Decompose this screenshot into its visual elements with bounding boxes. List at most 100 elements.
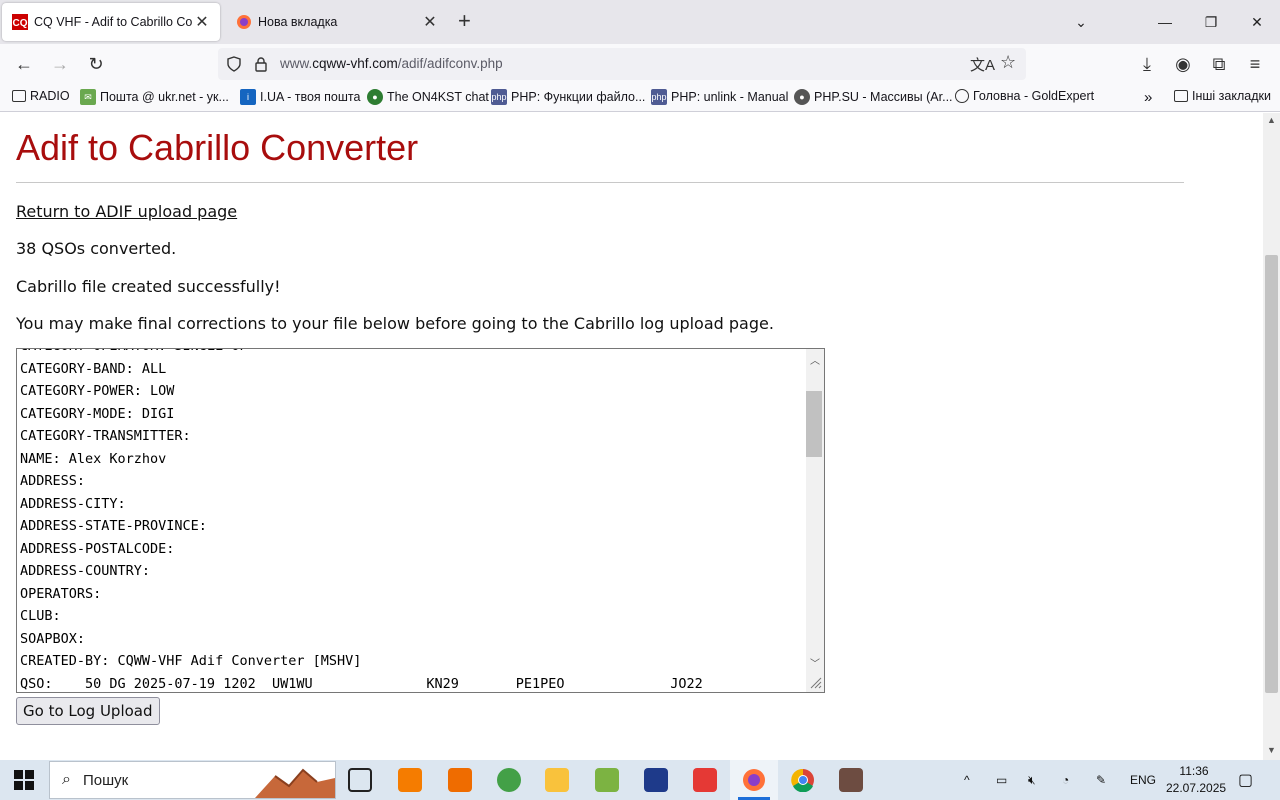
tab-title: CQ VHF - Adif to Cabrillo Conve	[34, 15, 192, 29]
save-disk-icon[interactable]	[644, 768, 668, 792]
tab-new[interactable]: Нова вкладка ✕	[226, 3, 448, 41]
pdf-icon[interactable]	[693, 768, 717, 792]
wifi-icon[interactable]: ◔	[1062, 760, 1069, 800]
tab-strip: CQ CQ VHF - Adif to Cabrillo Conve ✕ Нов…	[0, 0, 1280, 44]
tab-title: Нова вкладка	[258, 15, 338, 29]
bookmark-label: PHP.SU - Массивы (Ar...	[814, 90, 953, 104]
windows-start-icon[interactable]	[14, 770, 34, 790]
search-highlight-image	[255, 768, 335, 798]
instructions-text: You may make final corrections to your f…	[16, 314, 774, 333]
url-path: /adif/adifconv.php	[397, 56, 503, 71]
restore-icon[interactable]: ❐	[1188, 0, 1234, 44]
page-scroll-down-icon[interactable]: ▼	[1267, 745, 1276, 755]
url-host: cqww-vhf.com	[312, 56, 398, 71]
downloads-icon[interactable]: ⤓	[1134, 52, 1160, 76]
notifications-icon[interactable]: ▢	[1238, 760, 1253, 800]
textarea-scroll-thumb[interactable]	[806, 391, 822, 457]
bookmark-php-su[interactable]: ● PHP.SU - Массивы (Ar...	[794, 89, 953, 105]
bookmark-label: Пошта @ ukr.net - ук...	[100, 90, 229, 104]
taskbar-search[interactable]: ⌕ Пошук	[49, 761, 336, 799]
bookmark-on4kst[interactable]: ● The ON4KST chat	[367, 89, 489, 105]
close-tab-icon[interactable]: ✕	[420, 12, 440, 32]
svg-text:CQ: CQ	[13, 18, 28, 29]
close-tab-icon[interactable]: ✕	[192, 12, 212, 32]
navigation-bar: ← → ↻ www.cqww-vhf.com/adif/adifconv.php…	[0, 44, 1280, 84]
chrome-icon[interactable]	[791, 768, 815, 792]
folder-icon	[1174, 90, 1188, 102]
return-to-upload-link[interactable]: Return to ADIF upload page	[16, 202, 237, 221]
bookmark-label: PHP: unlink - Manual	[671, 90, 789, 104]
file-explorer-icon[interactable]	[545, 768, 569, 792]
search-icon: ⌕	[62, 771, 71, 788]
lock-icon[interactable]	[254, 56, 268, 72]
task-view-icon[interactable]	[348, 768, 372, 792]
firefox-taskbar-icon[interactable]	[742, 768, 766, 792]
clock[interactable]: 11:36 22.07.2025	[1166, 763, 1227, 797]
clock-sync-icon[interactable]	[497, 768, 521, 792]
clock-date: 22.07.2025	[1166, 781, 1227, 795]
search-placeholder: Пошук	[82, 771, 129, 789]
other-bookmarks-label: Інші закладки	[1192, 89, 1271, 103]
back-arrow-icon[interactable]: ←	[11, 52, 37, 76]
divider	[16, 182, 1184, 183]
windows-taskbar: ⌕ Пошук ^ ▭ 🔇︎ ◔ ✎ ENG 11:36 22.07.2025 …	[0, 760, 1280, 800]
shield-icon[interactable]	[226, 56, 242, 72]
new-tab-plus-icon[interactable]: +	[458, 10, 471, 32]
account-icon[interactable]: ◉	[1170, 52, 1196, 76]
pen-icon[interactable]: ✎	[1096, 760, 1106, 800]
language-indicator[interactable]: ENG	[1130, 760, 1156, 800]
scroll-up-icon[interactable]: ︿	[810, 352, 820, 367]
more-bookmarks-chevron-icon[interactable]: »	[1144, 89, 1152, 106]
app-network-icon[interactable]	[448, 768, 472, 792]
php-icon: php	[651, 89, 667, 105]
bookmark-label: PHP: Функции файло...	[511, 90, 646, 104]
reload-icon[interactable]: ↻	[83, 52, 109, 76]
cq-favicon-icon: CQ	[12, 14, 28, 30]
bookmark-php-functions[interactable]: php PHP: Функции файло...	[491, 89, 645, 105]
firefox-icon	[237, 15, 251, 29]
textarea-scrollbar[interactable]: ︿ ﹀	[806, 349, 824, 692]
cabrillo-content: CATEGORY-OPERATOR: SINGLE-OP CATEGORY-BA…	[20, 349, 703, 692]
info-icon: i	[240, 89, 256, 105]
xampp-icon[interactable]	[398, 768, 422, 792]
qsos-converted-text: 38 QSOs converted.	[16, 239, 177, 258]
minimize-icon[interactable]: —	[1142, 0, 1188, 44]
bookmark-ukr-net[interactable]: ✉ Пошта @ ukr.net - ук...	[80, 89, 229, 105]
battery-icon[interactable]: ▭	[996, 760, 1007, 800]
page-scroll-thumb[interactable]	[1265, 255, 1278, 693]
translate-icon[interactable]: 文A	[970, 54, 995, 75]
page-scrollbar[interactable]: ▲ ▼	[1263, 113, 1280, 760]
show-hidden-icons-chevron-icon[interactable]: ^	[964, 760, 970, 800]
bookmark-label: The ON4KST chat	[387, 90, 489, 104]
editor-icon[interactable]	[595, 768, 619, 792]
page-scroll-up-icon[interactable]: ▲	[1267, 115, 1276, 125]
success-message: Cabrillo file created successfully!	[16, 277, 281, 296]
scroll-down-icon[interactable]: ﹀	[810, 655, 820, 670]
mshv-radio-icon[interactable]	[839, 768, 863, 792]
page-content: Adif to Cabrillo Converter Return to ADI…	[0, 113, 1263, 760]
forward-arrow-icon[interactable]: →	[47, 52, 73, 76]
menu-icon[interactable]: ≡	[1242, 52, 1268, 76]
bookmark-php-unlink[interactable]: php PHP: unlink - Manual	[651, 89, 788, 105]
bookmark-radio[interactable]: RADIO	[12, 89, 70, 103]
tab-list-chevron-icon[interactable]: ⌄	[1058, 0, 1104, 44]
bookmark-label: RADIO	[30, 89, 70, 103]
volume-muted-icon[interactable]: 🔇︎	[1028, 760, 1036, 800]
address-bar[interactable]: www.cqww-vhf.com/adif/adifconv.php 文A ☆	[218, 48, 1026, 80]
cabrillo-textarea[interactable]: CATEGORY-OPERATOR: SINGLE-OP CATEGORY-BA…	[16, 348, 825, 693]
php-su-icon: ●	[794, 89, 810, 105]
extensions-icon[interactable]: ⧉	[1206, 52, 1232, 76]
go-to-log-upload-button[interactable]: Go to Log Upload	[16, 697, 160, 725]
bookmark-label: Головна - GoldExpert	[973, 89, 1095, 103]
bookmark-i-ua[interactable]: i I.UA - твоя пошта	[240, 89, 360, 105]
other-bookmarks[interactable]: Інші закладки	[1174, 89, 1271, 103]
bookmark-label: I.UA - твоя пошта	[260, 90, 361, 104]
tab-cq-vhf[interactable]: CQ CQ VHF - Adif to Cabrillo Conve ✕	[2, 3, 220, 41]
close-window-icon[interactable]: ✕	[1234, 0, 1280, 44]
bookmark-star-icon[interactable]: ☆	[1000, 52, 1016, 73]
bookmark-goldexpert[interactable]: Головна - GoldExpert	[955, 89, 1094, 103]
resize-grip-icon[interactable]	[808, 675, 822, 689]
folder-icon	[12, 90, 26, 102]
url-text[interactable]: www.cqww-vhf.com/adif/adifconv.php	[280, 56, 503, 71]
globe-icon: ●	[367, 89, 383, 105]
